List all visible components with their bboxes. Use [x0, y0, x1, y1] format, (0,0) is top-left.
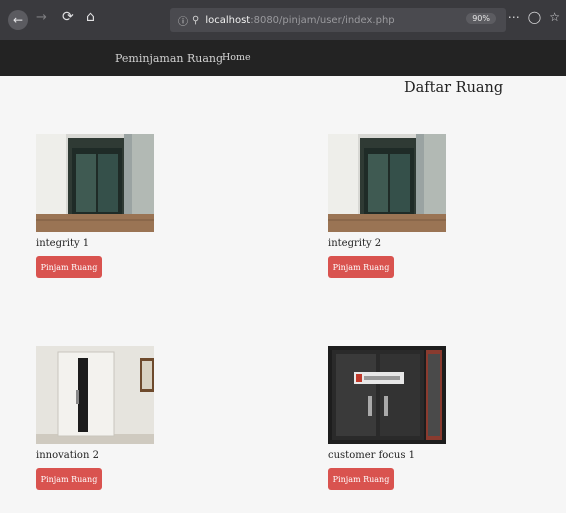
room-photo: [328, 134, 446, 232]
room-name: integrity 2: [328, 238, 382, 249]
ellipsis-icon[interactable]: ⋯: [508, 10, 520, 24]
nav-home-link[interactable]: Home: [222, 52, 251, 63]
home-icon[interactable]: ⌂: [86, 9, 95, 25]
info-icon[interactable]: ⓘ: [178, 13, 188, 28]
pinjam-ruang-button[interactable]: Pinjam Ruang: [328, 256, 394, 278]
room-card: integrity 2 Pinjam Ruang: [328, 134, 488, 278]
room-photo: [328, 346, 446, 444]
app-navbar: Peminjaman Ruang Home: [0, 40, 566, 76]
forward-arrow-icon[interactable]: →: [36, 10, 47, 25]
pinjam-ruang-button[interactable]: Pinjam Ruang: [328, 468, 394, 490]
pinjam-ruang-button[interactable]: Pinjam Ruang: [36, 256, 102, 278]
navbar-brand[interactable]: Peminjaman Ruang: [115, 52, 223, 65]
reload-icon[interactable]: ⟳: [62, 9, 74, 25]
url-path: :8080/pinjam/user/index.php: [250, 14, 395, 26]
star-icon[interactable]: ☆: [549, 10, 560, 24]
toolbar-actions: ⋯ ◯ ☆: [508, 10, 560, 24]
back-arrow-icon[interactable]: ←: [8, 10, 28, 30]
room-photo: [36, 134, 154, 232]
page-title: Daftar Ruang: [404, 80, 504, 96]
room-name: innovation 2: [36, 450, 99, 461]
room-card: innovation 2 Pinjam Ruang: [36, 346, 196, 490]
room-name: integrity 1: [36, 238, 90, 249]
browser-toolbar: ← → ⟳ ⌂ ⓘ ⚲ localhost:8080/pinjam/user/i…: [0, 0, 566, 40]
room-name: customer focus 1: [328, 450, 416, 461]
address-bar[interactable]: ⓘ ⚲ localhost:8080/pinjam/user/index.php…: [170, 8, 506, 32]
room-card: integrity 1 Pinjam Ruang: [36, 134, 196, 278]
zoom-badge[interactable]: 90%: [466, 13, 496, 24]
url-host: localhost: [205, 14, 251, 26]
room-photo: [36, 346, 154, 444]
pinjam-ruang-button[interactable]: Pinjam Ruang: [36, 468, 102, 490]
room-card: customer focus 1 Pinjam Ruang: [328, 346, 488, 490]
pocket-icon[interactable]: ◯: [528, 10, 541, 24]
key-icon[interactable]: ⚲: [192, 15, 199, 26]
